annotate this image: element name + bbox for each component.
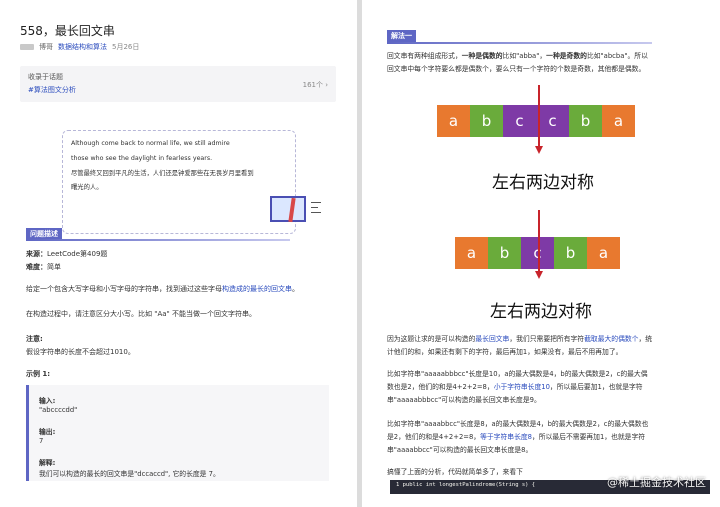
quote-box: Although come back to normal life, we st… (62, 130, 296, 234)
watermark: @稀土掘金技术社区 (607, 476, 706, 489)
letter-cell: a (455, 237, 488, 269)
collection-count[interactable]: 161个 › (303, 80, 328, 90)
input-label: 输入: (39, 397, 56, 405)
paragraph-2-line-1: 因为这题让求的是可以构造的最长回文串，我们只需要把所有字符截取最大的偶数个，统 (387, 335, 653, 343)
section-underline (26, 239, 290, 241)
letter-cell: b (470, 105, 503, 137)
explain-text: 我们可以构造的最长的回文串是"dccaccd", 它的长度是 7。 (39, 470, 220, 478)
decor-line-icon (311, 207, 318, 209)
paragraph-4-line-3: 串"aaaabbcc"可以构造的最长回文串长度是8。 (387, 446, 533, 454)
letter-cell: a (437, 105, 470, 137)
note-text: 假设字符串的长度不会超过1010。 (26, 348, 135, 356)
decor-line-icon (311, 212, 321, 214)
quote-line: 尽管最终又回到平凡的生活，人们还是钟爱那些在无畏岁月里看到 (71, 170, 254, 177)
source-line: 来源：LeetCode第409题 (26, 250, 108, 258)
left-page: 558，最长回文串 博哥 数据结构和算法 5月26日 收录于话题 #算法图文分析… (0, 0, 357, 507)
quote-line: 曙光的人。 (71, 184, 103, 191)
paragraph-2-line-2: 计他们的和，如果还有剩下的字符，最后再加1，如果没有，最后不用再加了。 (387, 348, 623, 356)
right-page: 解法一 回文串有两种组成形式，一种是偶数的比如"abba"，一种是奇数的比如"a… (362, 0, 720, 507)
paragraph-4-line-2: 是2，他们的和是4+2+2=8，等于字符串长度8，所以最后不需要再加1，也就是字… (387, 433, 646, 441)
even-palindrome-diagram: abccba (437, 105, 635, 137)
author-avatar (20, 44, 34, 50)
letter-cell: c (536, 105, 569, 137)
symmetric-label: 左右两边对称 (492, 173, 594, 193)
paragraph-3-line-1: 比如字符串"aaaaabbbcc"长度是10，a的最大偶数是4，b的最大偶数是2… (387, 370, 648, 378)
paragraph-3-line-3: 串"aaaaabbbcc"可以构造的最长回文串长度是9。 (387, 396, 541, 404)
arrow-head-icon (535, 146, 543, 154)
center-arrow (538, 210, 540, 272)
letter-cell: a (587, 237, 620, 269)
input-value: "abccccdd" (39, 406, 78, 414)
article-meta: 博哥 数据结构和算法 5月26日 (20, 42, 139, 52)
letter-cell: b (488, 237, 521, 269)
section-underline (387, 42, 652, 44)
problem-description: 给定一个包含大写字母和小写字母的字符串，找到通过这些字母构造成的最长的回文串。 (26, 285, 299, 293)
decor-line-icon (311, 202, 321, 204)
center-arrow (538, 85, 540, 147)
letter-cell: b (569, 105, 602, 137)
collection-tag[interactable]: #算法图文分析 (28, 85, 76, 95)
quote-line: Although come back to normal life, we st… (71, 140, 230, 147)
letter-cell: b (554, 237, 587, 269)
column-link[interactable]: 数据结构和算法 (58, 42, 107, 52)
paragraph-1-line-2: 回文串中每个字符要么都是偶数个，要么只有一个字符的个数是奇数，其他都是偶数。 (387, 65, 646, 73)
publish-date: 5月26日 (112, 43, 140, 51)
output-label: 输出: (39, 428, 56, 436)
paragraph-5: 搞懂了上面的分析，代码就简单多了，来看下 (387, 468, 523, 476)
note-label: 注意: (26, 335, 43, 343)
difficulty-line: 难度：简单 (26, 263, 61, 271)
section-heading: 解法一 (387, 30, 416, 42)
paragraph-3-line-2: 数也是2，他们的和是4+2+2=8，小于字符串长度10，所以最后要加1，也就是字… (387, 383, 643, 391)
example-box: 输入: "abccccdd" 输出: 7 解释: 我们可以构造的最长的回文串是"… (26, 385, 329, 481)
example-label: 示例 1: (26, 370, 51, 378)
arrow-head-icon (535, 271, 543, 279)
paragraph-4-line-1: 比如字符串"aaaabbcc"长度是8，a的最大偶数是4，b的最大偶数是2，c的… (387, 420, 649, 428)
letter-cell: a (602, 105, 635, 137)
quote-line: those who see the daylight in fearless y… (71, 155, 213, 162)
case-note: 在构造过程中，请注意区分大小写。比如 "Aa" 不能当做一个回文字符串。 (26, 310, 256, 318)
letter-cell: c (503, 105, 536, 137)
collection-label: 收录于话题 (28, 73, 63, 81)
symmetric-label: 左右两边对称 (490, 302, 592, 322)
collection-card[interactable]: 收录于话题 #算法图文分析 161个 › (20, 66, 336, 102)
author-name[interactable]: 博哥 (39, 42, 53, 52)
code-line: 1 public int longestPalindrome(String s)… (396, 482, 536, 488)
article-title: 558，最长回文串 (20, 24, 115, 38)
explain-label: 解释: (39, 459, 56, 467)
paragraph-1-line-1: 回文串有两种组成形式，一种是偶数的比如"abba"，一种是奇数的比如"abcba… (387, 52, 648, 60)
output-value: 7 (39, 437, 44, 445)
